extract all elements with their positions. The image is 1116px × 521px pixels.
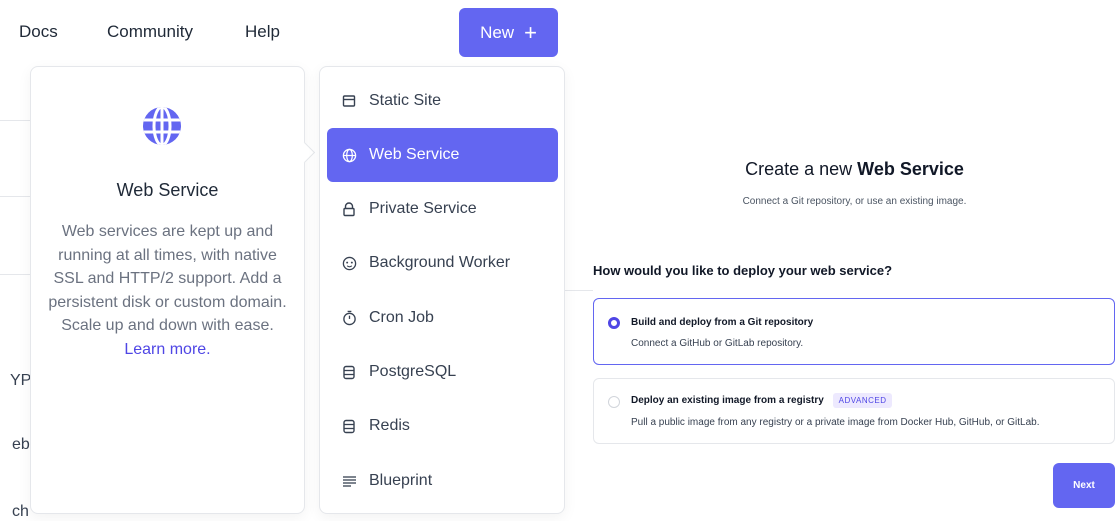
background-divider <box>0 196 30 197</box>
lock-icon <box>341 201 357 217</box>
option-description: Pull a public image from any registry or… <box>631 417 1040 428</box>
deploy-question: How would you like to deploy your web se… <box>593 263 893 278</box>
menu-item-postgresql[interactable]: PostgreSQL <box>327 345 558 399</box>
menu-item-redis[interactable]: Redis <box>327 399 558 453</box>
menu-item-static-site[interactable]: Static Site <box>327 74 558 128</box>
background-text-fragment: ch <box>12 503 29 520</box>
menu-item-label: PostgreSQL <box>369 363 457 380</box>
nav-help-link[interactable]: Help <box>245 22 280 42</box>
service-description-card: Web Service Web services are kept up and… <box>30 66 316 514</box>
menu-item-label: Redis <box>369 417 410 434</box>
static-site-icon <box>341 93 357 109</box>
advanced-badge: ADVANCED <box>832 393 893 408</box>
description-body: Web services are kept up and running at … <box>48 223 287 334</box>
background-divider <box>565 290 593 291</box>
new-button-label: New <box>480 22 515 42</box>
globe-icon <box>143 107 181 145</box>
create-title-prefix: Create a new <box>745 159 853 179</box>
option-description: Connect a GitHub or GitLab repository. <box>631 338 804 349</box>
menu-item-background-worker[interactable]: Background Worker <box>327 236 558 290</box>
new-service-menu: Static Site Web Service Private Service … <box>319 66 565 514</box>
globe-icon <box>341 147 357 163</box>
radio-button-selected[interactable] <box>608 317 620 329</box>
deploy-option-registry[interactable]: Deploy an existing image from a registry… <box>593 378 1115 444</box>
menu-item-label: Cron Job <box>369 309 434 326</box>
menu-item-private-service[interactable]: Private Service <box>327 182 558 236</box>
option-title-text: Deploy an existing image from a registry <box>631 395 824 406</box>
database-icon <box>341 364 357 380</box>
create-title: Create a new Web Service <box>593 159 1116 180</box>
background-text-fragment: eb <box>12 436 30 453</box>
description-title: Web Service <box>116 180 219 200</box>
background-text-fragment: YPI <box>10 372 30 389</box>
worker-icon <box>341 255 357 271</box>
menu-item-label: Private Service <box>369 200 477 217</box>
blueprint-icon <box>341 473 357 489</box>
menu-item-label: Background Worker <box>369 254 511 271</box>
database-icon <box>341 418 357 434</box>
learn-more-link[interactable]: Learn more. <box>47 338 288 362</box>
description-text: Web services are kept up and running at … <box>47 220 288 361</box>
new-button[interactable]: New + <box>459 8 558 57</box>
menu-item-label: Web Service <box>369 146 460 163</box>
radio-button[interactable] <box>608 396 620 408</box>
menu-item-label: Blueprint <box>369 472 433 489</box>
stopwatch-icon <box>341 310 357 326</box>
background-divider <box>0 120 30 121</box>
create-subtitle: Connect a Git repository, or use an exis… <box>742 196 967 207</box>
deploy-option-git[interactable]: Build and deploy from a Git repository C… <box>593 298 1115 365</box>
menu-item-cron-job[interactable]: Cron Job <box>327 291 558 345</box>
menu-item-web-service[interactable]: Web Service <box>327 128 558 182</box>
create-title-service: Web Service <box>857 159 964 179</box>
nav-community-link[interactable]: Community <box>107 22 193 42</box>
plus-icon: + <box>524 19 537 45</box>
menu-item-label: Static Site <box>369 92 442 109</box>
next-button[interactable]: Next <box>1053 463 1115 508</box>
nav-docs-link[interactable]: Docs <box>19 22 58 42</box>
card-pointer <box>293 141 316 164</box>
option-title: Deploy an existing image from a registry… <box>631 393 893 408</box>
menu-item-blueprint[interactable]: Blueprint <box>327 454 558 508</box>
option-title: Build and deploy from a Git repository <box>631 317 814 328</box>
background-divider <box>0 274 30 275</box>
top-nav: Docs Community Help New + <box>0 0 580 64</box>
